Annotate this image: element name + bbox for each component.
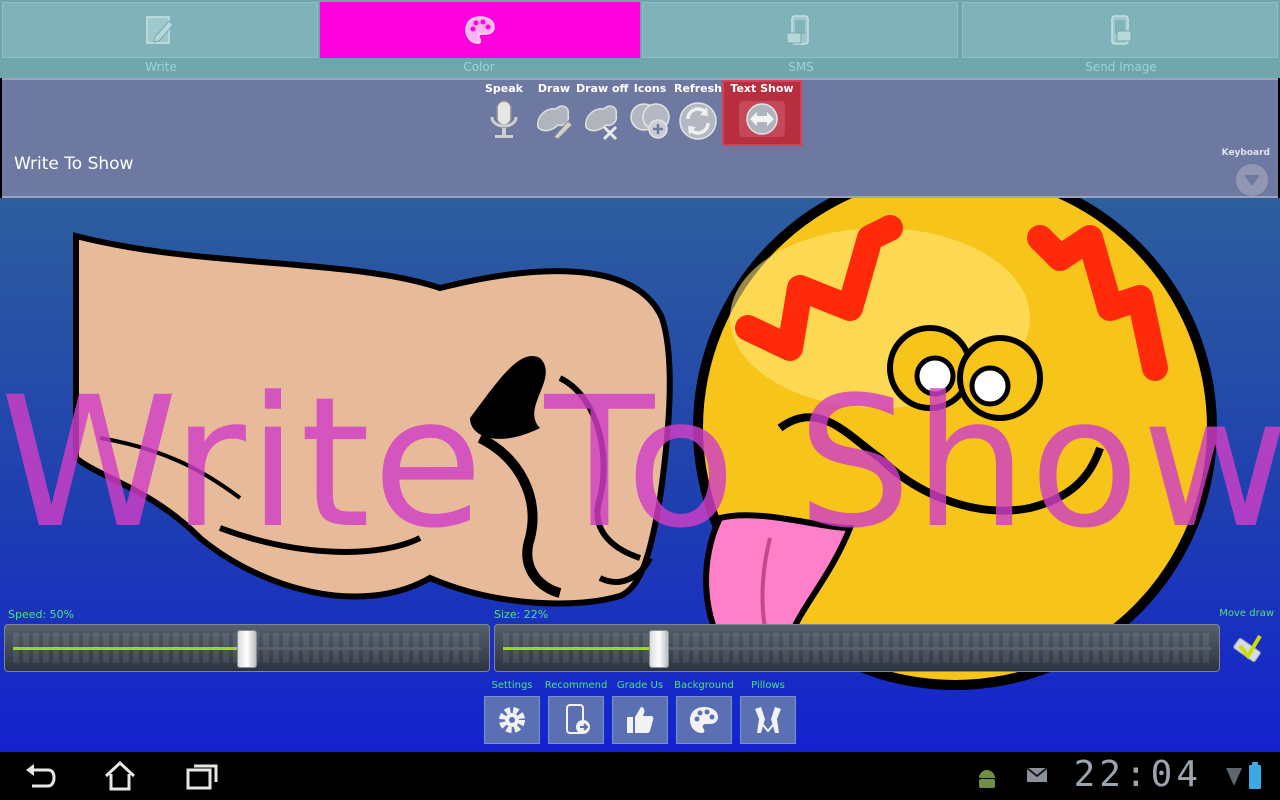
refresh-label: Refresh [674, 82, 722, 95]
speed-label: Speed: 50% [8, 608, 75, 621]
draw-off-button[interactable]: Draw off [576, 82, 628, 141]
draw-off-icon [585, 105, 618, 141]
tab-write-label: Write [145, 60, 177, 74]
background-button[interactable] [676, 696, 732, 744]
tab-color[interactable] [320, 2, 640, 58]
keyboard-label: Keyboard [1221, 148, 1270, 158]
gear-icon [499, 707, 525, 733]
left-right-arrow-icon [739, 101, 785, 137]
emoji-icon [630, 103, 670, 139]
size-label: Size: 22% [494, 608, 549, 621]
pencil-icon [146, 16, 174, 44]
tab-sms[interactable] [642, 2, 958, 58]
settings-button[interactable] [484, 696, 540, 744]
clock: 22:04 [1073, 754, 1202, 795]
recent-apps-button[interactable] [184, 760, 220, 792]
microphone-icon [490, 100, 518, 138]
android-debug-icon [979, 770, 995, 788]
pillows-label: Pillows [751, 680, 785, 691]
draw-label: Draw [537, 82, 571, 95]
speak-label: Speak [485, 82, 523, 95]
thumbs-up-icon [627, 707, 654, 733]
drawing-canvas[interactable]: Write To Show Speed: 50% Size: 22% Move … [0, 198, 1280, 752]
size-slider-fill [503, 647, 659, 650]
chevron-down-icon [1244, 175, 1260, 186]
icons-label: Icons [633, 82, 667, 95]
keyboard-toggle-button[interactable] [1236, 164, 1268, 196]
tab-color-label: Color [463, 60, 495, 74]
palette-icon [465, 16, 495, 44]
input-panel: Speak Draw Draw off Icons Refresh Text S… [2, 78, 1278, 198]
text-show-label: Text Show [730, 82, 794, 95]
move-draw-label: Move draw [1219, 608, 1274, 619]
text-show-button[interactable]: Text Show [722, 80, 802, 146]
recommend-phone-icon [566, 704, 590, 734]
battery-icon [1249, 762, 1261, 789]
draw-off-label: Draw off [576, 82, 629, 95]
back-button[interactable] [22, 760, 58, 792]
speak-button[interactable]: Speak [478, 82, 530, 141]
draw-button[interactable]: Draw [528, 82, 580, 141]
pillows-button[interactable] [740, 696, 796, 744]
size-slider[interactable] [494, 624, 1220, 672]
refresh-button[interactable]: Refresh [672, 82, 724, 141]
system-navigation-bar: 22:04 [0, 752, 1280, 800]
phone-icon [786, 15, 809, 45]
phone-image-icon [1111, 15, 1132, 45]
tab-send-image-label: Send Image [1085, 60, 1157, 74]
wifi-icon [1226, 768, 1242, 786]
top-tab-bar: Write Color SMS Send Image [0, 0, 1280, 78]
gmail-icon [1026, 767, 1048, 782]
tab-sms-label: SMS [788, 60, 814, 74]
draw-icon [537, 105, 573, 140]
palette-icon [690, 707, 718, 733]
tab-write[interactable] [2, 2, 318, 58]
move-draw-button[interactable] [1228, 628, 1266, 666]
refresh-icon [679, 102, 717, 140]
speed-slider[interactable] [4, 624, 490, 672]
write-text-input[interactable] [14, 152, 1214, 176]
tab-send-image[interactable] [962, 2, 1278, 58]
icons-button[interactable]: Icons [624, 82, 676, 141]
recommend-button[interactable] [548, 696, 604, 744]
speed-slider-fill [13, 647, 247, 650]
display-text: Write To Show [0, 359, 1280, 568]
size-slider-thumb[interactable] [648, 630, 669, 668]
home-button[interactable] [102, 760, 138, 792]
grade-us-button[interactable] [612, 696, 668, 744]
pillows-icon [755, 707, 781, 733]
speed-slider-thumb[interactable] [237, 630, 257, 668]
